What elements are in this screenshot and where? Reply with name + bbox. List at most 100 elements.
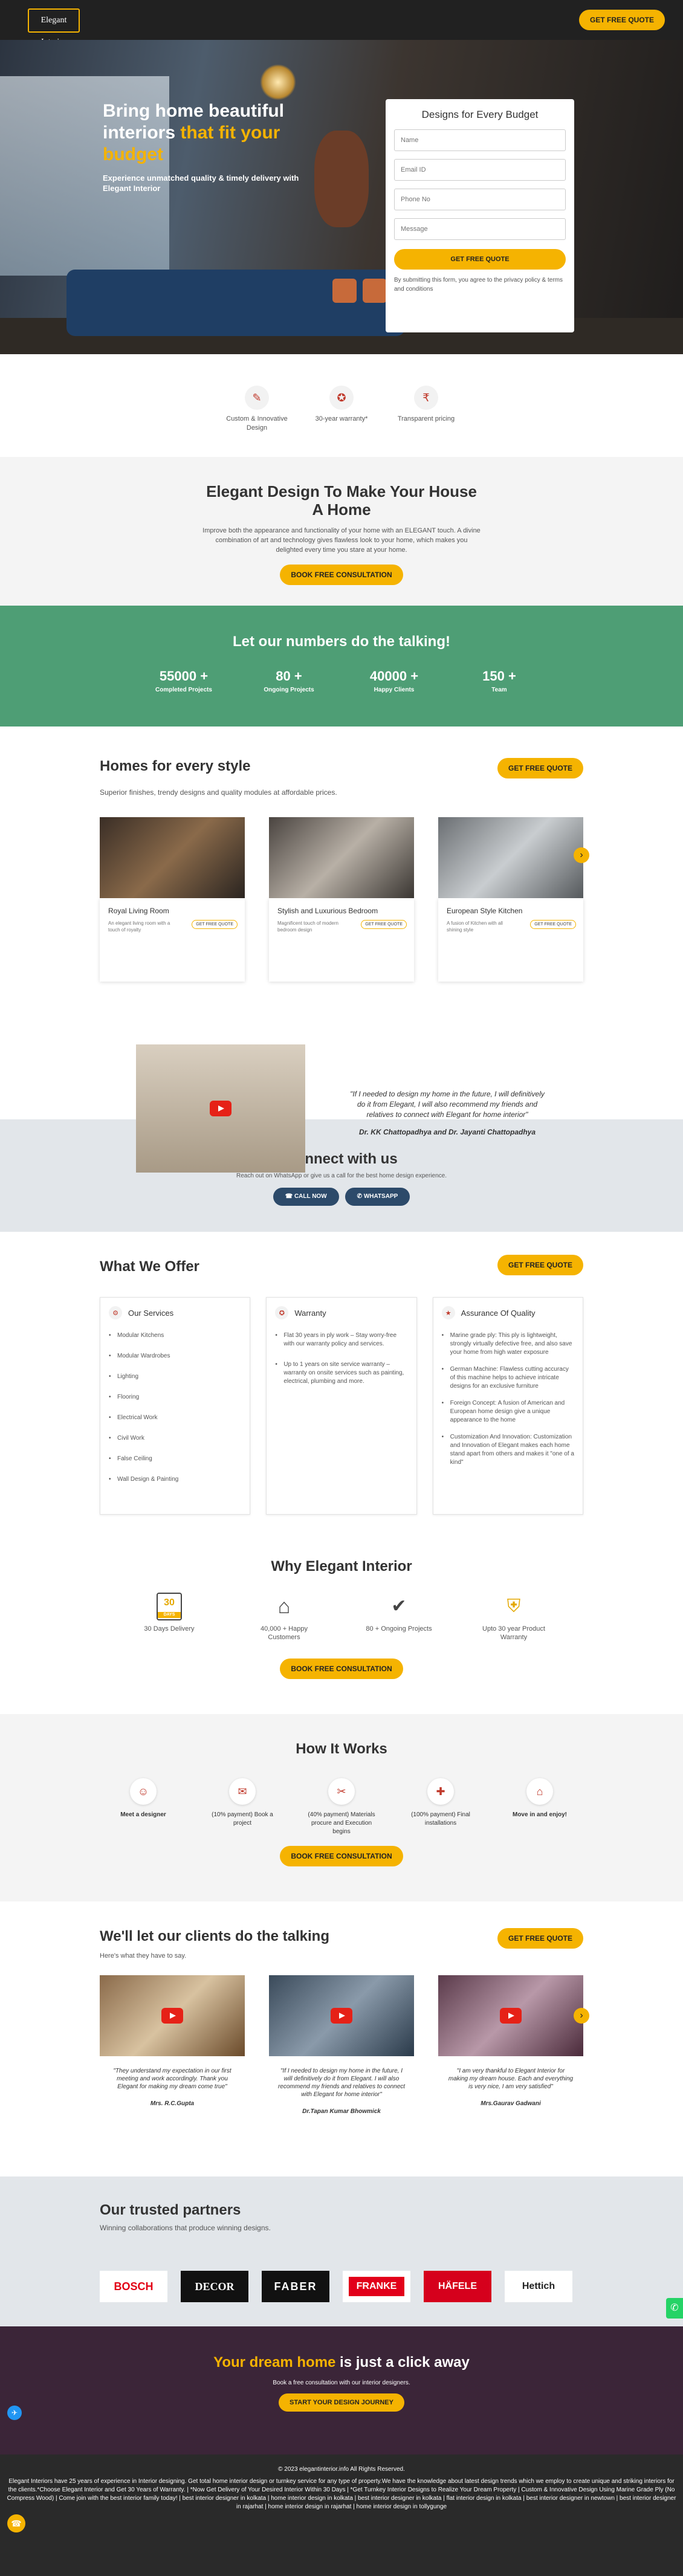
whatsapp-icon: ✆ <box>357 1193 364 1200</box>
offer-get-quote-button[interactable]: GET FREE QUOTE <box>497 1255 583 1275</box>
booking-icon: ✉ <box>229 1778 256 1805</box>
client-name: Dr.Tapan Kumar Bhowmick <box>302 2108 381 2115</box>
client-video-card: "If I needed to design my home in the fu… <box>269 1975 414 2115</box>
whatsapp-float-icon[interactable]: ✆ <box>666 2298 683 2319</box>
list-item: Marine grade ply: This ply is lightweigh… <box>442 1332 574 1357</box>
homes-subtitle: Superior finishes, trendy designs and qu… <box>100 788 337 797</box>
list-item: Civil Work <box>109 1434 241 1443</box>
carousel-next-icon[interactable]: › <box>574 847 589 863</box>
testimonial-quote: "If I needed to design my home in the fu… <box>305 1044 547 1173</box>
client-name: Mrs.Gaurav Gadwani <box>481 2100 541 2107</box>
list-item: False Ceiling <box>109 1455 241 1463</box>
card-quote-button[interactable]: GET FREE QUOTE <box>361 920 407 929</box>
why-consultation-button[interactable]: BOOK FREE CONSULTATION <box>280 1659 403 1679</box>
homes-get-quote-button[interactable]: GET FREE QUOTE <box>497 758 583 778</box>
play-icon[interactable] <box>161 2008 183 2024</box>
form-title: Designs for Every Budget <box>421 109 539 120</box>
list-item: Electrical Work <box>109 1414 241 1422</box>
dream-text: Book a free consultation with our interi… <box>273 2380 410 2386</box>
chat-float-icon[interactable]: ✈ <box>7 2406 22 2420</box>
start-journey-button[interactable]: START YOUR DESIGN JOURNEY <box>279 2393 404 2412</box>
play-icon[interactable] <box>331 2008 352 2024</box>
message-input[interactable] <box>394 218 566 240</box>
phone-float-icon[interactable]: ☎ <box>7 2514 25 2532</box>
site-logo[interactable]: Elegant Interior <box>28 8 80 47</box>
dream-title: Your dream home is just a click away <box>213 2354 470 2371</box>
client-video[interactable] <box>269 1975 414 2056</box>
features-strip: ✎ Custom & Innovative Design ✪ 30-year war… <box>0 354 683 457</box>
home-icon: ⌂ <box>526 1778 553 1805</box>
play-icon[interactable] <box>500 2008 522 2024</box>
step-item: ✉ (10% payment) Book a project <box>206 1778 279 1836</box>
step-item: ⌂ Move in and enjoy! <box>503 1778 576 1836</box>
kitchen-image <box>438 817 583 898</box>
name-input[interactable] <box>394 129 566 151</box>
design-section: Elegant Design To Make Your House A Home… <box>0 457 683 606</box>
hero-artwork <box>314 131 369 227</box>
clients-get-quote-button[interactable]: GET FREE QUOTE <box>497 1928 583 1949</box>
carousel-next-icon[interactable]: › <box>574 2008 589 2024</box>
hero-section: Bring home beautiful interiors that fit … <box>0 40 683 354</box>
partner-logo-faber: FABER <box>262 2271 329 2302</box>
why-item: ✔ 80 + Ongoing Projects <box>366 1592 432 1642</box>
tools-icon: ✂ <box>328 1778 355 1805</box>
partner-logo-franke: FRANKE <box>343 2271 410 2302</box>
services-icon: ⚙ <box>109 1306 122 1319</box>
stat-item: 40000 + Happy Clients <box>369 668 419 693</box>
testimonial-author: Dr. KK Chattopadhya and Dr. Jayanti Chat… <box>358 1128 536 1136</box>
style-card[interactable]: Royal Living Room An elegant living room… <box>100 817 245 982</box>
hero-headline: Bring home beautiful interiors that fit … <box>103 101 284 164</box>
testimonial-video[interactable] <box>136 1044 305 1173</box>
book-consultation-button[interactable]: BOOK FREE CONSULTATION <box>280 565 403 585</box>
shield-icon: ⛨ <box>507 1596 521 1616</box>
card-quote-button[interactable]: GET FREE QUOTE <box>192 920 238 929</box>
warranty-card: ✪Warranty Flat 30 years in ply work – St… <box>266 1297 417 1515</box>
living-room-image <box>100 817 245 898</box>
how-section: How It Works ☺ Meet a designer ✉ (10% paym… <box>0 1714 683 1901</box>
form-submit-button[interactable]: GET FREE QUOTE <box>394 249 566 270</box>
how-consultation-button[interactable]: BOOK FREE CONSULTATION <box>280 1846 403 1866</box>
email-input[interactable] <box>394 159 566 181</box>
design-text: Improve both the appearance and function… <box>202 527 481 554</box>
why-title: Why Elegant Interior <box>271 1558 412 1574</box>
list-item: Foreign Concept: A fusion of American an… <box>442 1399 574 1425</box>
design-icon: ✎ <box>245 386 269 410</box>
pricing-icon: ₹ <box>414 386 438 410</box>
feature-item: ✎ Custom & Innovative Design <box>224 386 290 457</box>
numbers-title: Let our numbers do the talking! <box>232 633 450 650</box>
badge-icon: ✔ <box>391 1596 407 1616</box>
clients-section: We'll let our clients do the talking Her… <box>0 1901 683 2176</box>
client-video[interactable] <box>438 1975 583 2056</box>
step-item: ✚ (100% payment) Final installations <box>404 1778 477 1836</box>
homes-section: Homes for every style Superior finishes,… <box>0 727 683 1173</box>
card-quote-button[interactable]: GET FREE QUOTE <box>530 920 576 929</box>
why-section: Why Elegant Interior 3030 Days Delivery … <box>0 1552 683 1714</box>
partners-subtitle: Winning collaborations that produce winn… <box>100 2224 271 2232</box>
play-icon[interactable] <box>210 1101 231 1116</box>
call-now-button[interactable]: ☎ CALL NOW <box>273 1188 339 1206</box>
feature-item: ✪ 30-year warranty* <box>308 386 375 457</box>
offer-section: What We Offer GET FREE QUOTE ⚙ Our Servic… <box>0 1232 683 1552</box>
whatsapp-button[interactable]: ✆ WHATSAPP <box>345 1188 410 1206</box>
list-item: Customization And Innovation: Customizat… <box>442 1433 574 1467</box>
header-get-quote-button[interactable]: GET FREE QUOTE <box>578 10 665 30</box>
site-header: Elegant Interior GET FREE QUOTE <box>0 0 683 47</box>
client-name: Mrs. R.C.Gupta <box>150 2100 195 2107</box>
stat-item: 80 + Ongoing Projects <box>264 668 314 693</box>
copyright: © 2023 elegantinterior.info All Rights R… <box>278 2466 405 2473</box>
stat-item: 55000 + Completed Projects <box>155 668 212 693</box>
why-item: ⛨ Upto 30 year Product Warranty <box>481 1592 547 1642</box>
warranty-icon: ✪ <box>329 386 354 410</box>
style-card[interactable]: Stylish and Luxurious Bedroom Magnificen… <box>269 817 414 982</box>
site-footer: © 2023 elegantinterior.info All Rights R… <box>0 2455 683 2576</box>
connect-text: Reach out on WhatsApp or give us a call … <box>236 1173 447 1179</box>
phone-input[interactable] <box>394 189 566 210</box>
list-item: Wall Design & Painting <box>109 1475 241 1484</box>
feature-item: ₹ Transparent pricing <box>393 386 459 457</box>
house-icon: ⌂ <box>277 1595 291 1618</box>
hero-lamp <box>260 64 296 100</box>
list-item: Modular Kitchens <box>109 1332 241 1340</box>
hero-pillow <box>332 279 357 303</box>
client-video[interactable] <box>100 1975 245 2056</box>
style-card[interactable]: European Style Kitchen A fusion of Kitch… <box>438 817 583 982</box>
